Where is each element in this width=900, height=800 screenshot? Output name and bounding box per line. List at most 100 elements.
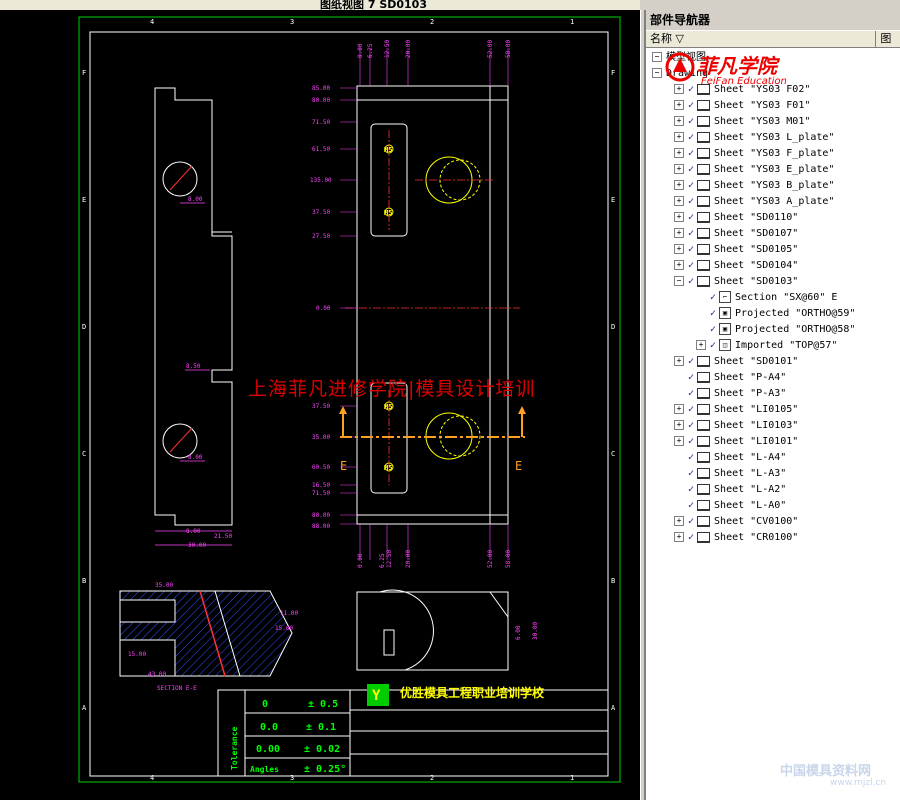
svg-text:Angles: Angles [250,765,279,774]
tolerance-label: Tolerance [230,726,239,770]
expand-icon[interactable]: + [674,260,684,270]
check-icon[interactable]: ✓ [688,468,694,479]
svg-text:Y: Y [372,688,381,704]
zone-letter: A [82,704,87,712]
tree-item-sheet[interactable]: ✓ Sheet "L-A4" [674,450,786,466]
check-icon[interactable]: ✓ [688,388,694,399]
svg-text:21.50: 21.50 [214,533,232,540]
svg-text:15.00: 15.00 [275,625,293,632]
check-icon[interactable]: ✓ [688,500,694,511]
tree-item-view[interactable]: ✓ ⌐ Section "SX@60" E [696,290,837,306]
expand-icon[interactable]: + [674,132,684,142]
expand-icon[interactable]: + [674,244,684,254]
column-other[interactable]: 图 [876,31,900,47]
logo: 菲凡学院 FeiFan Education [665,50,815,92]
tree-item-sheet[interactable]: ✓ Sheet "P-A4" [674,370,786,386]
tree-item-sheet[interactable]: + ✓ Sheet "SD0110" [674,210,798,226]
tree-item-sheet[interactable]: + ✓ Sheet "YS03 F_plate" [674,146,834,162]
expand-icon[interactable]: + [674,180,684,190]
tree-item-sheet[interactable]: − ✓ Sheet "SD0103" [674,274,798,290]
drawing-canvas[interactable]: 4 4 3 3 2 2 1 1 F F E E D D C C B B A A 8.00 8.50 8.00 8.00 [0,10,640,800]
check-icon[interactable]: ✓ [688,212,694,223]
tree-item-view[interactable]: + ✓ ◫ Imported "TOP@57" [696,338,837,354]
tree-item-sheet[interactable]: + ✓ Sheet "SD0107" [674,226,798,242]
expand-icon[interactable]: + [674,212,684,222]
tree-item-sheet[interactable]: + ✓ Sheet "YS03 A_plate" [674,194,834,210]
check-icon[interactable]: ✓ [688,196,694,207]
sheet-icon [697,387,711,399]
sheet-icon [697,131,711,143]
tree-item-sheet[interactable]: + ✓ Sheet "CR0100" [674,530,798,546]
svg-text:80.00: 80.00 [312,512,330,519]
sheet-icon [697,355,711,367]
tree-item-sheet[interactable]: + ✓ Sheet "SD0105" [674,242,798,258]
check-icon[interactable]: ✓ [688,452,694,463]
check-icon[interactable]: ✓ [688,420,694,431]
check-icon[interactable]: ✓ [688,260,694,271]
check-icon[interactable]: ✓ [688,116,694,127]
tree-item-sheet[interactable]: ✓ Sheet "P-A3" [674,386,786,402]
cad-drawing[interactable]: 4 4 3 3 2 2 1 1 F F E E D D C C B B A A 8.00 8.50 8.00 8.00 [0,10,640,800]
sheet-icon [697,515,711,527]
sheet-icon [697,419,711,431]
tree-item-sheet[interactable]: + ✓ Sheet "LI0105" [674,402,798,418]
check-icon[interactable]: ✓ [688,180,694,191]
expand-icon[interactable]: + [696,340,706,350]
expand-icon[interactable]: + [674,148,684,158]
expand-icon[interactable]: + [674,228,684,238]
tree-item-sheet[interactable]: ✓ Sheet "L-A0" [674,498,786,514]
check-icon[interactable]: ✓ [688,276,694,287]
tree-item-sheet[interactable]: + ✓ Sheet "YS03 E_plate" [674,162,834,178]
tree-item-label: Sheet "SD0101" [714,356,799,367]
tree-item-sheet[interactable]: + ✓ Sheet "CV0100" [674,514,798,530]
sheet-icon [697,371,711,383]
tree-item-sheet[interactable]: + ✓ Sheet "LI0101" [674,434,798,450]
check-icon[interactable]: ✓ [688,132,694,143]
collapse-icon[interactable]: − [674,276,684,286]
check-icon[interactable]: ✓ [688,532,694,543]
svg-text:± 0.1: ± 0.1 [306,722,336,733]
tree-item-sheet[interactable]: + ✓ Sheet "YS03 L_plate" [674,130,834,146]
check-icon[interactable]: ✓ [710,308,716,319]
check-icon[interactable]: ✓ [688,244,694,255]
check-icon[interactable]: ✓ [688,228,694,239]
tree-item-sheet[interactable]: ✓ Sheet "L-A3" [674,466,786,482]
expand-icon[interactable]: + [674,420,684,430]
tree-item-view[interactable]: ✓ ▣ Projected "ORTHO@59" [696,306,855,322]
tree-item-sheet[interactable]: + ✓ Sheet "LI0103" [674,418,798,434]
check-icon[interactable]: ✓ [710,340,716,351]
tree-item-sheet[interactable]: ✓ Sheet "L-A2" [674,482,786,498]
check-icon[interactable]: ✓ [688,148,694,159]
tree-item-label: Sheet "P-A4" [714,372,787,383]
check-icon[interactable]: ✓ [688,516,694,527]
tree-item-sheet[interactable]: + ✓ Sheet "YS03 F01" [674,98,810,114]
tree-item-sheet[interactable]: + ✓ Sheet "YS03 B_plate" [674,178,834,194]
tree-item-view[interactable]: ✓ ▣ Projected "ORTHO@58" [696,322,855,338]
tree-item-sheet[interactable]: + ✓ Sheet "SD0101" [674,354,798,370]
expand-icon[interactable]: + [674,516,684,526]
expand-icon[interactable]: + [674,164,684,174]
expand-icon[interactable]: + [674,356,684,366]
expand-icon[interactable]: + [674,100,684,110]
check-icon[interactable]: ✓ [710,292,716,303]
expand-icon[interactable]: + [674,404,684,414]
expand-icon[interactable]: + [674,436,684,446]
tree-item-sheet[interactable]: + ✓ Sheet "YS03 M01" [674,114,810,130]
tree-item-label: Imported "TOP@57" [735,340,838,351]
check-icon[interactable]: ✓ [688,484,694,495]
check-icon[interactable]: ✓ [688,100,694,111]
check-icon[interactable]: ✓ [688,164,694,175]
tree-item-label: Sheet "LI0105" [714,404,799,415]
check-icon[interactable]: ✓ [688,372,694,383]
expand-icon[interactable]: + [674,196,684,206]
check-icon[interactable]: ✓ [688,356,694,367]
expand-icon[interactable]: + [674,532,684,542]
tree-item-sheet[interactable]: + ✓ Sheet "SD0104" [674,258,798,274]
svg-text:± 0.5: ± 0.5 [308,699,338,710]
column-name[interactable]: 名称 ▽ [646,31,877,47]
expand-icon[interactable]: + [674,116,684,126]
check-icon[interactable]: ✓ [688,436,694,447]
tree-item-label: Sheet "YS03 M01" [714,116,811,127]
check-icon[interactable]: ✓ [710,324,716,335]
check-icon[interactable]: ✓ [688,404,694,415]
